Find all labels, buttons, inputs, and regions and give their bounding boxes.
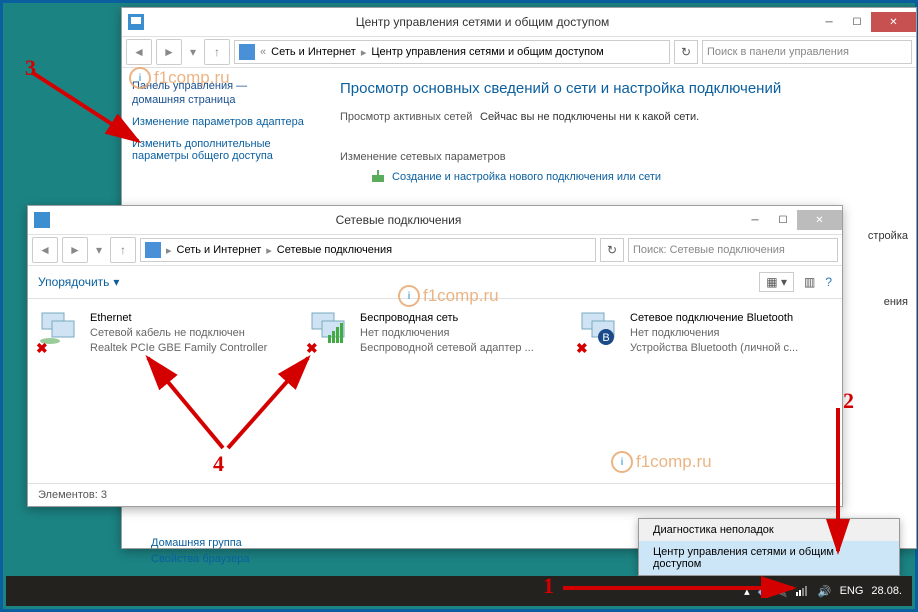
breadcrumb[interactable]: « Сеть и Интернет▸ Центр управления сетя… <box>234 40 670 64</box>
control-panel-icon <box>239 44 255 60</box>
titlebar: Сетевые подключения ─ ☐ ✕ <box>28 206 842 235</box>
forward-button[interactable]: ► <box>156 39 182 65</box>
up-button[interactable]: ↑ <box>110 237 136 263</box>
sidebar-header: Панель управления — <box>132 80 312 92</box>
system-tray: ▴ ◆ 🔌 🔊 ENG 28.08. <box>744 584 912 599</box>
page-title: Просмотр основных сведений о сети и наст… <box>340 80 898 97</box>
forward-button[interactable]: ► <box>62 237 88 263</box>
help-button[interactable]: ? <box>825 275 832 289</box>
search-input[interactable]: Поиск: Сетевые подключения <box>628 238 838 262</box>
status-text: Сейчас вы не подключены ни к какой сети. <box>480 111 898 123</box>
breadcrumb[interactable]: ▸ Сеть и Интернет▸ Сетевые подключения <box>140 238 596 262</box>
titlebar: Центр управления сетями и общим доступом… <box>122 8 916 37</box>
connection-name: Сетевое подключение Bluetooth <box>630 311 798 326</box>
connection-name: Ethernet <box>90 311 267 326</box>
error-x-icon: ✖ <box>306 339 318 358</box>
breadcrumb-item[interactable]: Сетевые подключения <box>277 244 392 256</box>
organize-menu[interactable]: Упорядочить ▾ <box>38 275 119 289</box>
error-x-icon: ✖ <box>576 339 588 358</box>
history-dropdown[interactable]: ▾ <box>186 40 200 64</box>
connection-device: Realtek PCIe GBE Family Controller <box>90 341 267 356</box>
tray-language[interactable]: ENG <box>840 585 864 597</box>
item-count: Элементов: 3 <box>38 489 107 501</box>
link-homegroup[interactable]: Домашняя группа <box>151 537 250 549</box>
chevron-down-icon: ▾ <box>113 275 119 289</box>
status-bar: Элементов: 3 <box>28 483 842 506</box>
link-sharing-settings[interactable]: Изменить дополнительные параметры общего… <box>132 138 312 162</box>
window-network-connections: Сетевые подключения ─ ☐ ✕ ◄ ► ▾ ↑ ▸ Сеть… <box>27 205 843 507</box>
window-title: Центр управления сетями и общим доступом <box>150 15 815 29</box>
address-bar: ◄ ► ▾ ↑ « Сеть и Интернет▸ Центр управле… <box>122 37 916 68</box>
up-button[interactable]: ↑ <box>204 39 230 65</box>
connection-status: Нет подключения <box>360 326 534 341</box>
breadcrumb-item[interactable]: Сеть и Интернет <box>271 46 356 58</box>
maximize-button[interactable]: ☐ <box>843 12 871 32</box>
minimize-button[interactable]: ─ <box>741 210 769 230</box>
preview-pane-button[interactable]: ▥ <box>804 275 815 289</box>
breadcrumb-item[interactable]: Центр управления сетями и общим доступом <box>371 46 603 58</box>
footer-links: Домашняя группа Свойства браузера <box>151 533 250 569</box>
taskbar: ▴ ◆ 🔌 🔊 ENG 28.08. <box>6 576 912 606</box>
connection-device: Беспроводной сетевой адаптер ... <box>360 341 534 356</box>
connection-wifi[interactable]: ✖ Беспроводная сеть Нет подключения Бесп… <box>308 311 558 356</box>
maximize-button[interactable]: ☐ <box>769 210 797 230</box>
toolbar: Упорядочить ▾ ▦ ▾ ▥ ? <box>28 266 842 299</box>
tray-app-icon[interactable]: ◆ <box>758 585 766 598</box>
search-input[interactable]: Поиск в панели управления <box>702 40 912 64</box>
view-dropdown[interactable]: ▦ ▾ <box>759 272 794 292</box>
clipped-text: стройка <box>868 230 908 242</box>
menu-item-network-center[interactable]: Центр управления сетями и общим доступом <box>639 541 899 575</box>
svg-text:B: B <box>602 332 609 344</box>
connection-device: Устройства Bluetooth (личной с... <box>630 341 798 356</box>
tray-volume-icon[interactable]: 🔊 <box>818 585 832 598</box>
connections-list: ✖ Ethernet Сетевой кабель не подключен R… <box>28 299 842 368</box>
connection-ethernet[interactable]: ✖ Ethernet Сетевой кабель не подключен R… <box>38 311 288 356</box>
link-adapter-settings[interactable]: Изменение параметров адаптера <box>132 116 312 128</box>
window-title: Сетевые подключения <box>56 213 741 227</box>
connection-status: Нет подключения <box>630 326 798 341</box>
history-dropdown[interactable]: ▾ <box>92 238 106 262</box>
link-new-connection[interactable]: Создание и настройка нового подключения … <box>370 169 898 185</box>
menu-item-troubleshoot[interactable]: Диагностика неполадок <box>639 519 899 541</box>
tray-power-icon[interactable]: 🔌 <box>774 585 788 598</box>
link-browser-props[interactable]: Свойства браузера <box>151 553 250 565</box>
close-button[interactable]: ✕ <box>871 12 916 32</box>
annotation-number-3: 3 <box>25 55 36 81</box>
app-icon <box>34 212 50 228</box>
new-connection-icon <box>370 169 386 185</box>
sidebar-header: домашняя страница <box>132 94 312 106</box>
tray-network-icon[interactable] <box>796 584 810 599</box>
address-bar: ◄ ► ▾ ↑ ▸ Сеть и Интернет▸ Сетевые подкл… <box>28 235 842 266</box>
network-tray-flyout: Диагностика неполадок Центр управления с… <box>638 518 900 576</box>
connection-name: Беспроводная сеть <box>360 311 534 326</box>
minimize-button[interactable]: ─ <box>815 12 843 32</box>
section-header: Изменение сетевых параметров <box>340 151 898 163</box>
app-icon <box>128 14 144 30</box>
close-button[interactable]: ✕ <box>797 210 842 230</box>
back-button[interactable]: ◄ <box>32 237 58 263</box>
refresh-button[interactable]: ↻ <box>600 238 624 262</box>
tray-date[interactable]: 28.08. <box>871 585 902 597</box>
breadcrumb-item[interactable]: Сеть и Интернет <box>177 244 262 256</box>
clipped-text: ения <box>884 296 908 308</box>
back-button[interactable]: ◄ <box>126 39 152 65</box>
error-x-icon: ✖ <box>36 339 48 358</box>
tray-expand-icon[interactable]: ▴ <box>744 585 750 598</box>
refresh-button[interactable]: ↻ <box>674 40 698 64</box>
control-panel-icon <box>145 242 161 258</box>
connection-bluetooth[interactable]: B ✖ Сетевое подключение Bluetooth Нет по… <box>578 311 828 356</box>
connection-status: Сетевой кабель не подключен <box>90 326 267 341</box>
